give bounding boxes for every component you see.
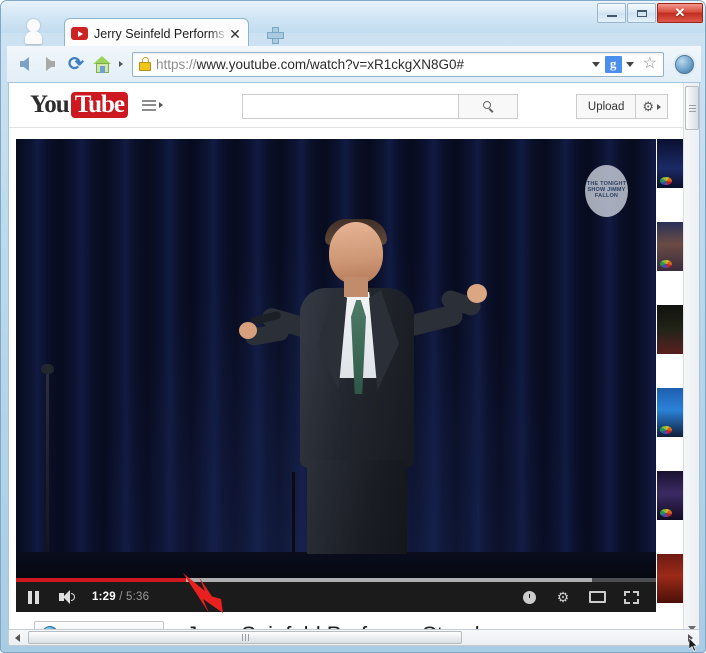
performer-leg-split bbox=[292, 472, 295, 554]
fullscreen-button[interactable] bbox=[614, 582, 648, 612]
related-video-thumbnail[interactable] bbox=[657, 305, 683, 354]
youtube-logo[interactable]: You Tube bbox=[30, 91, 128, 119]
navigation-toolbar: ⟳ https://www.youtube.com/watch?v=xR1ckg… bbox=[7, 46, 701, 83]
video-frame: THE TONIGHT SHOW JIMMY FALLON bbox=[16, 139, 656, 582]
fullscreen-icon bbox=[623, 590, 639, 604]
address-bar[interactable]: https://www.youtube.com/watch?v=xR1ckgXN… bbox=[132, 51, 664, 77]
performer-figure bbox=[239, 219, 487, 554]
related-videos-sidebar bbox=[657, 139, 685, 635]
arrow-right-icon bbox=[45, 57, 55, 71]
player-controls: 1:29 / 5:36 ⚙ bbox=[16, 582, 656, 612]
page-viewport: You Tube Upload ⚙ THE TONIGHT SHOW JIMMY… bbox=[8, 83, 700, 636]
reload-icon: ⟳ bbox=[68, 53, 84, 75]
arrow-left-icon bbox=[19, 57, 29, 71]
network-logo-icon bbox=[660, 426, 672, 434]
search-form bbox=[242, 94, 518, 119]
tab-close-icon[interactable]: ✕ bbox=[228, 27, 242, 41]
mouse-cursor-icon bbox=[689, 638, 698, 652]
search-engine-chevron-down-icon[interactable] bbox=[625, 61, 634, 67]
new-tab-button[interactable] bbox=[262, 23, 286, 45]
search-engine-icon[interactable]: g bbox=[604, 55, 622, 73]
related-video-thumbnail[interactable] bbox=[657, 471, 683, 520]
performer-right-hand bbox=[467, 284, 487, 303]
theater-mode-button[interactable] bbox=[580, 582, 614, 612]
network-logo-icon bbox=[660, 260, 672, 268]
time-separator: / bbox=[115, 591, 127, 603]
autoplay-timer-button[interactable] bbox=[512, 582, 546, 612]
vertical-scrollbar-thumb[interactable] bbox=[685, 86, 699, 130]
masthead-right-actions: Upload ⚙ bbox=[575, 94, 668, 119]
url-scheme: https:// bbox=[156, 56, 197, 72]
pause-button[interactable] bbox=[16, 582, 50, 612]
address-bar-text: https://www.youtube.com/watch?v=xR1ckgXN… bbox=[156, 57, 587, 72]
related-video-thumbnail[interactable] bbox=[657, 222, 683, 271]
vertical-scrollbar[interactable] bbox=[683, 83, 699, 635]
tab-strip: Jerry Seinfeld Performs Sta ✕ bbox=[1, 15, 705, 49]
settings-menu-button[interactable]: ⚙ bbox=[636, 94, 668, 119]
player-settings-button[interactable]: ⚙ bbox=[546, 582, 580, 612]
upload-button[interactable]: Upload bbox=[575, 94, 637, 119]
video-player[interactable]: THE TONIGHT SHOW JIMMY FALLON 1:29 / 5:3… bbox=[16, 139, 656, 612]
logo-tube-text: Tube bbox=[70, 91, 128, 119]
lock-icon bbox=[138, 57, 152, 71]
related-video-thumbnail[interactable] bbox=[657, 388, 683, 437]
total-time: 5:36 bbox=[126, 591, 150, 603]
clock-icon bbox=[522, 590, 536, 604]
performer-left-hand bbox=[239, 322, 257, 339]
gear-icon: ⚙ bbox=[556, 589, 570, 605]
youtube-favicon bbox=[71, 27, 88, 40]
volume-icon bbox=[58, 590, 76, 604]
channel-watermark[interactable]: THE TONIGHT SHOW JIMMY FALLON bbox=[585, 165, 628, 217]
url-rest: www.youtube.com/watch?v=xR1ckgXN8G0# bbox=[196, 56, 465, 72]
performer-legs bbox=[307, 460, 407, 554]
chevron-down-icon bbox=[657, 103, 661, 110]
plus-icon bbox=[266, 26, 284, 44]
back-button[interactable] bbox=[11, 51, 37, 77]
reload-button[interactable]: ⟳ bbox=[63, 51, 89, 77]
profile-avatar-icon[interactable] bbox=[23, 19, 43, 49]
current-time: 1:29 bbox=[92, 591, 116, 603]
chevron-left-icon bbox=[15, 633, 20, 642]
theater-mode-icon bbox=[588, 591, 606, 603]
home-button[interactable] bbox=[89, 51, 115, 77]
related-video-thumbnail[interactable] bbox=[657, 554, 683, 603]
scroll-left-button[interactable] bbox=[9, 633, 26, 642]
grip-icon bbox=[241, 634, 249, 641]
chevron-right-icon bbox=[119, 61, 123, 67]
search-icon bbox=[482, 101, 494, 113]
hamburger-icon bbox=[141, 99, 156, 111]
guide-menu-button[interactable] bbox=[141, 99, 163, 111]
network-logo-icon bbox=[660, 177, 672, 185]
home-icon bbox=[92, 55, 112, 73]
performer-neck bbox=[344, 277, 368, 297]
horizontal-scrollbar-thumb[interactable] bbox=[28, 631, 462, 644]
performer-head bbox=[329, 222, 383, 284]
forward-button[interactable] bbox=[37, 51, 63, 77]
time-display: 1:29 / 5:36 bbox=[92, 591, 149, 603]
grip-icon bbox=[688, 104, 696, 112]
toolbar-overflow-button[interactable] bbox=[115, 51, 127, 77]
related-video-thumbnail[interactable] bbox=[657, 139, 683, 188]
browser-window: ✕ Jerry Seinfeld Performs Sta ✕ ⟳ bbox=[0, 0, 706, 653]
bookmark-star-icon[interactable]: ☆ bbox=[643, 56, 657, 72]
browser-globe-button[interactable] bbox=[671, 51, 697, 77]
volume-button[interactable] bbox=[50, 582, 84, 612]
tab-title: Jerry Seinfeld Performs Sta bbox=[94, 26, 228, 41]
pause-icon bbox=[27, 590, 39, 604]
chevron-down-icon bbox=[158, 102, 163, 108]
gear-icon: ⚙ bbox=[642, 99, 654, 114]
chevron-down-icon[interactable] bbox=[591, 61, 600, 67]
search-input[interactable] bbox=[242, 94, 458, 119]
player-controls-right: ⚙ bbox=[512, 582, 656, 612]
network-logo-icon bbox=[660, 509, 672, 517]
horizontal-scrollbar[interactable] bbox=[8, 629, 700, 646]
browser-tab-active[interactable]: Jerry Seinfeld Performs Sta ✕ bbox=[64, 18, 249, 48]
microphone-stand bbox=[41, 364, 54, 552]
search-button[interactable] bbox=[458, 94, 518, 119]
avatar-body bbox=[24, 31, 42, 44]
logo-you-text: You bbox=[30, 91, 70, 118]
youtube-masthead: You Tube Upload ⚙ bbox=[9, 83, 685, 128]
globe-icon bbox=[674, 54, 694, 74]
